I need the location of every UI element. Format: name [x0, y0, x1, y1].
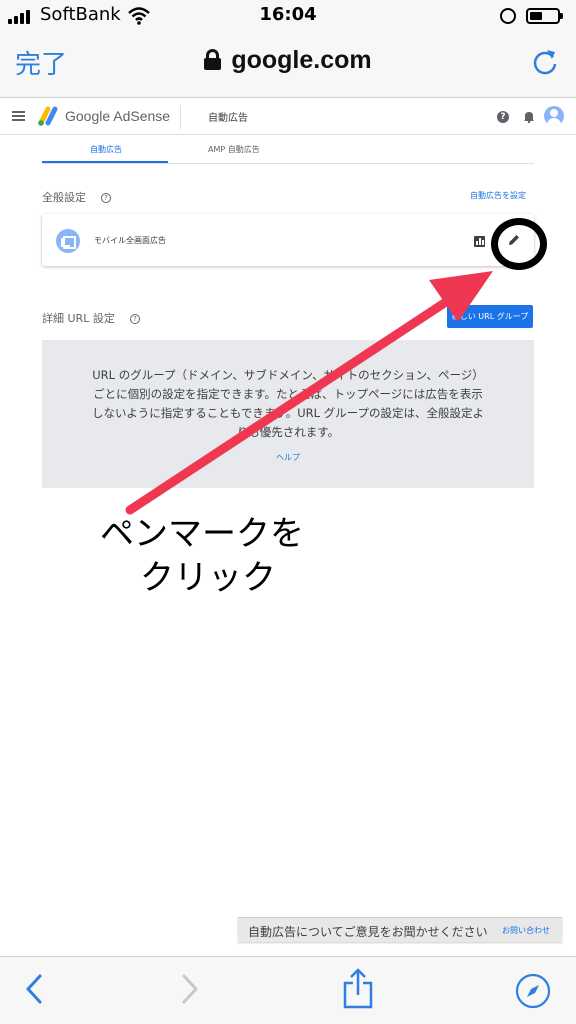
- avatar[interactable]: [544, 106, 564, 126]
- brand-name: Google AdSense: [65, 108, 171, 124]
- address-bar[interactable]: google.com: [0, 46, 576, 75]
- menu-icon[interactable]: [12, 111, 25, 121]
- tab-bar: 自動広告 AMP 自動広告: [42, 140, 534, 164]
- help-icon[interactable]: ?: [497, 111, 509, 123]
- share-icon[interactable]: [342, 967, 374, 1009]
- ad-format-card: モバイル全画面広告: [42, 214, 547, 270]
- reload-icon[interactable]: [530, 46, 560, 78]
- status-bar: SoftBank 16:04: [0, 0, 576, 32]
- annotation-line-2: クリック: [140, 558, 276, 598]
- active-tab-indicator: [42, 161, 168, 163]
- help-question-icon[interactable]: ?: [130, 314, 140, 324]
- url-info-text: URL のグループ（ドメイン、サブドメイン、サイトのセクション、ページ）ごとに個…: [92, 368, 484, 439]
- tab-amp-auto-ads[interactable]: AMP 自動広告: [208, 144, 260, 155]
- configure-auto-ads-link[interactable]: 自動広告を設定: [470, 190, 526, 201]
- battery-icon: [526, 8, 563, 24]
- fullscreen-format-icon: [56, 229, 80, 253]
- help-question-icon[interactable]: ?: [101, 193, 111, 203]
- url-text: google.com: [231, 46, 372, 74]
- format-label: モバイル全画面広告: [94, 236, 166, 245]
- bell-icon[interactable]: [523, 110, 535, 123]
- safari-bottom-toolbar: [0, 956, 576, 1024]
- feedback-bar: 自動広告についてご意見をお聞かせください お問い合わせ: [238, 917, 562, 942]
- contact-link[interactable]: お問い合わせ: [502, 925, 550, 936]
- adsense-header: Google AdSense 自動広告 ?: [0, 99, 576, 135]
- annotation-line-1: ペンマークを: [100, 514, 304, 554]
- forward-icon[interactable]: [180, 973, 200, 1005]
- url-settings-title: 詳細 URL 設定: [42, 312, 115, 325]
- tab-auto-ads[interactable]: 自動広告: [90, 144, 122, 155]
- padlock-icon: [204, 49, 222, 70]
- adsense-logo-icon: [38, 106, 58, 126]
- general-settings-title: 全般設定: [42, 191, 86, 204]
- page-title: 自動広告: [208, 113, 248, 124]
- bar-chart-icon[interactable]: [474, 236, 485, 247]
- clock: 16:04: [259, 4, 317, 25]
- header-divider: [180, 105, 181, 129]
- rotation-lock-icon: [500, 8, 516, 24]
- help-link[interactable]: ヘルプ: [42, 452, 534, 463]
- annotation-text: ペンマークを クリック: [100, 512, 340, 600]
- url-info-box: URL のグループ（ドメイン、サブドメイン、サイトのセクション、ページ）ごとに個…: [42, 340, 534, 488]
- feedback-text: 自動広告についてご意見をお聞かせください: [248, 925, 488, 939]
- pencil-icon[interactable]: [507, 233, 521, 247]
- back-icon[interactable]: [24, 973, 44, 1005]
- compass-icon[interactable]: [515, 973, 551, 1009]
- safari-top-bar: 完了 google.com: [0, 32, 576, 98]
- new-url-group-button[interactable]: 新しい URL グループ: [447, 305, 533, 328]
